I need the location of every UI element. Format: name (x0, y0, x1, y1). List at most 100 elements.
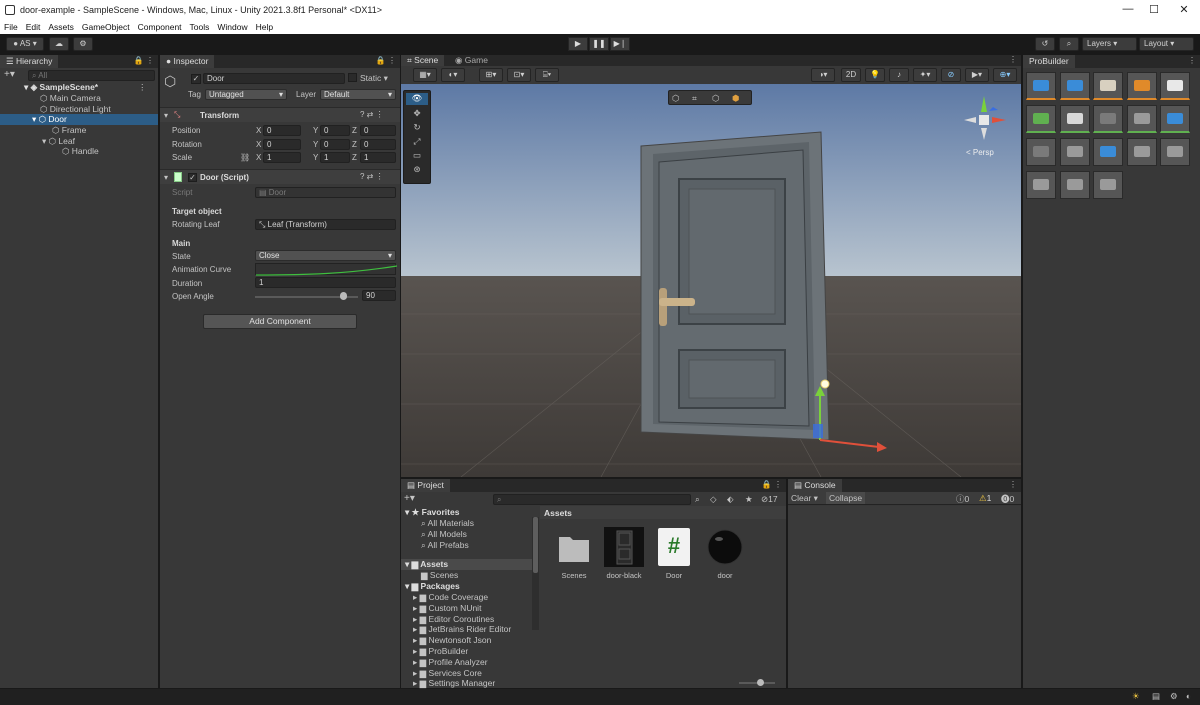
object-name-field[interactable]: Door (203, 73, 345, 84)
project-menu-icon[interactable]: 🔒 ⋮ (762, 480, 782, 489)
console-error-count[interactable]: ⓿0 (1001, 493, 1014, 505)
asset-door-black-thumbnail[interactable] (604, 527, 644, 567)
package-item[interactable]: ▸ ▆ Profile Analyzer (413, 657, 488, 668)
scale-tool-icon[interactable]: ⤢ (406, 136, 428, 147)
hierarchy-add-button[interactable]: +▾ (4, 69, 15, 80)
collab-icon[interactable]: ⚙ (73, 37, 93, 51)
package-item[interactable]: ▸ ▆ Custom NUnit (413, 603, 481, 614)
hidden-objects-icon[interactable]: ⊘ (941, 68, 961, 82)
export-icon[interactable] (1126, 105, 1157, 133)
history-icon[interactable]: ↺ (1035, 37, 1055, 51)
pro-builderize-icon[interactable] (1026, 171, 1056, 199)
gizmos-dropdown[interactable]: ⊕▾ (993, 68, 1017, 82)
hierarchy-search-input[interactable]: ⌕ All (28, 70, 155, 81)
effects-dropdown[interactable]: ✦▾ (913, 68, 937, 82)
tab-probuilder[interactable]: ProBuilder (1023, 55, 1075, 68)
hierarchy-item-frame[interactable]: ⬡ Frame (52, 125, 86, 136)
center-pivot-icon[interactable] (1059, 105, 1090, 133)
burst-status-icon[interactable]: ⚙ (1170, 691, 1178, 702)
search-icon[interactable]: ⌕ (1059, 37, 1079, 51)
package-item[interactable]: ▸ ▆ JetBrains Rider Editor (413, 624, 511, 635)
cache-status-icon[interactable]: ▤ (1152, 691, 1160, 702)
scale-z-field[interactable]: 1 (360, 152, 396, 163)
menu-help[interactable]: Help (252, 21, 277, 33)
grid-snap-dropdown[interactable]: ⊞▾ (479, 68, 503, 82)
packages-folder[interactable]: ▾ ▆ Packages (405, 581, 460, 592)
layers-dropdown[interactable]: Layers ▾ (1082, 37, 1137, 51)
menu-tools[interactable]: Tools (186, 21, 214, 33)
asset-scenes-folder[interactable] (555, 529, 593, 567)
tag-dropdown[interactable]: Untagged (205, 89, 287, 100)
tab-console[interactable]: ▤ Console (788, 479, 842, 492)
scene-viewport[interactable]: < Persp 👁 ✥ ↻ ⤢ ▭ ⊛ ⬡ ⌗ ⬡ ⬢ (401, 84, 1021, 477)
scale-x-field[interactable]: 1 (263, 152, 301, 163)
cloud-icon[interactable]: ☁ (49, 37, 69, 51)
view-tool-icon[interactable]: 👁 (406, 93, 428, 105)
material-editor-icon[interactable] (1126, 72, 1157, 100)
tab-hierarchy[interactable]: ☰ Hierarchy (0, 55, 59, 68)
probuilder-menu-icon[interactable]: ⋮ (1188, 56, 1196, 65)
foldout-arrow-icon[interactable]: ▾ (164, 173, 168, 182)
tab-project[interactable]: ▤ Project (401, 479, 450, 492)
conform-normals-icon[interactable] (1093, 105, 1123, 133)
scene-menu-icon[interactable]: ⋮ (1009, 55, 1017, 64)
scale-link-icon[interactable]: ⛓ (240, 153, 250, 162)
smoothing-icon[interactable] (1093, 72, 1123, 100)
menu-file[interactable]: File (0, 21, 22, 33)
minimize-button[interactable]: — (1120, 3, 1136, 15)
render-mode-dropdown[interactable]: ◑▾ (811, 68, 835, 82)
rotating-leaf-field[interactable]: ⤡ Leaf (Transform) (255, 219, 396, 230)
persp-label[interactable]: < Persp (966, 148, 994, 157)
merge-objects-icon[interactable] (1126, 138, 1157, 166)
open-angle-slider-thumb[interactable] (339, 292, 347, 300)
assets-folder[interactable]: ▾ ▆ Assets (401, 559, 532, 570)
hierarchy-item-door[interactable]: ▾ ⬡ Door (0, 114, 158, 125)
console-collapse-button[interactable]: Collapse (826, 492, 866, 504)
rect-tool-icon[interactable]: ▭ (406, 150, 428, 161)
static-checkbox[interactable] (348, 73, 357, 82)
toggle-2d-button[interactable]: 2D (841, 68, 861, 82)
duration-field[interactable]: 1 (255, 277, 396, 288)
rot-y-field[interactable]: 0 (320, 139, 350, 150)
favorite-all-materials[interactable]: ⌕ All Materials (421, 518, 474, 529)
menu-edit[interactable]: Edit (22, 21, 45, 33)
transform-header[interactable]: ▾ ⤡ Transform ? ⇄ ⋮ (160, 107, 400, 122)
tag-filter-icon[interactable]: ⬖ (727, 494, 734, 505)
step-button[interactable]: ▶❘ (610, 37, 630, 51)
move-tool-icon[interactable]: ✥ (406, 108, 428, 119)
door-script-header[interactable]: ▾ ✓ Door (Script) ? ⇄ ⋮ (160, 169, 400, 184)
console-log-area[interactable] (788, 506, 1021, 688)
project-search-input[interactable]: ⌕ (493, 494, 691, 505)
collab-status-icon[interactable]: ◐ (1186, 691, 1191, 701)
vertex-mode-icon[interactable]: ⌗ (692, 93, 697, 104)
favorite-star-icon[interactable]: ★ (745, 494, 753, 505)
triangulate-icon[interactable] (1093, 171, 1123, 199)
console-warning-count[interactable]: ⚠1 (979, 493, 991, 504)
hierarchy-item-handle[interactable]: ⬡ Handle (62, 146, 99, 157)
menu-assets[interactable]: Assets (44, 21, 78, 33)
package-item[interactable]: ▸ ▆ ProBuilder (413, 646, 468, 657)
search-by-type-icon[interactable]: ⌕ (695, 494, 700, 505)
scenes-folder[interactable]: ▆ Scenes (421, 570, 458, 581)
shading-dropdown[interactable]: ◐▾ (441, 68, 465, 82)
rotate-tool-icon[interactable]: ↻ (406, 122, 428, 133)
pos-y-field[interactable]: 0 (320, 125, 350, 136)
hierarchy-menu-icon[interactable]: 🔒 ⋮ (134, 56, 154, 65)
package-item[interactable]: ▸ ▆ Code Coverage (413, 592, 488, 603)
console-info-count[interactable]: ⓘ0 (956, 493, 969, 505)
tab-game[interactable]: ◉ Game (449, 55, 494, 66)
console-clear-button[interactable]: Clear ▾ (791, 493, 818, 504)
console-menu-icon[interactable]: ⋮ (1009, 480, 1017, 489)
scene-menu-icon[interactable]: ⋮ (138, 82, 147, 93)
layout-dropdown[interactable]: Layout ▾ (1139, 37, 1194, 51)
grid-visibility-dropdown[interactable]: ⌸▾ (535, 68, 559, 82)
edge-mode-icon[interactable]: ⬡ (712, 93, 719, 104)
scene-root[interactable]: ▾ ◈ SampleScene* (24, 82, 98, 93)
draw-mode-dropdown[interactable]: ▦▾ (413, 68, 437, 82)
subdivide-icon[interactable] (1059, 171, 1090, 199)
scale-y-field[interactable]: 1 (320, 152, 350, 163)
maximize-button[interactable]: ☐ (1146, 3, 1162, 16)
project-tree-scrollbar[interactable] (532, 517, 539, 630)
new-poly-shape-icon[interactable] (1059, 72, 1090, 100)
package-item[interactable]: ▸ ▆ Settings Manager (413, 678, 495, 689)
